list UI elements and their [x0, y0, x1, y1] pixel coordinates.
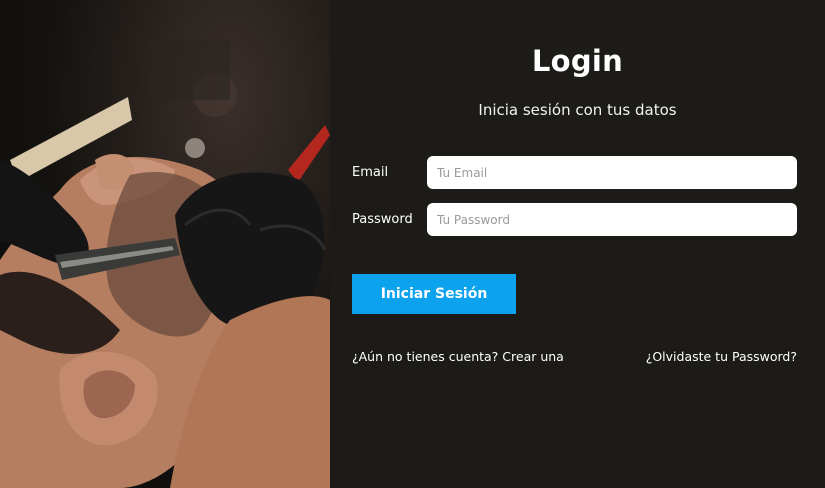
hero-image [0, 0, 330, 488]
barber-shave-illustration [0, 40, 330, 488]
create-account-link[interactable]: ¿Aún no tienes cuenta? Crear una [352, 349, 564, 364]
login-button[interactable]: Iniciar Sesión [352, 274, 516, 314]
password-row: Password [352, 203, 797, 236]
page-subtitle: Inicia sesión con tus datos [478, 101, 677, 119]
login-panel: Login Inicia sesión con tus datos Email … [330, 0, 825, 488]
email-field[interactable] [427, 156, 797, 189]
forgot-password-link[interactable]: ¿Olvidaste tu Password? [646, 349, 797, 364]
password-field[interactable] [427, 203, 797, 236]
auth-links: ¿Aún no tienes cuenta? Crear una ¿Olvida… [352, 349, 797, 364]
password-label: Password [352, 212, 413, 227]
email-label: Email [352, 165, 389, 180]
email-row: Email [352, 156, 797, 189]
page-title: Login [531, 44, 624, 78]
